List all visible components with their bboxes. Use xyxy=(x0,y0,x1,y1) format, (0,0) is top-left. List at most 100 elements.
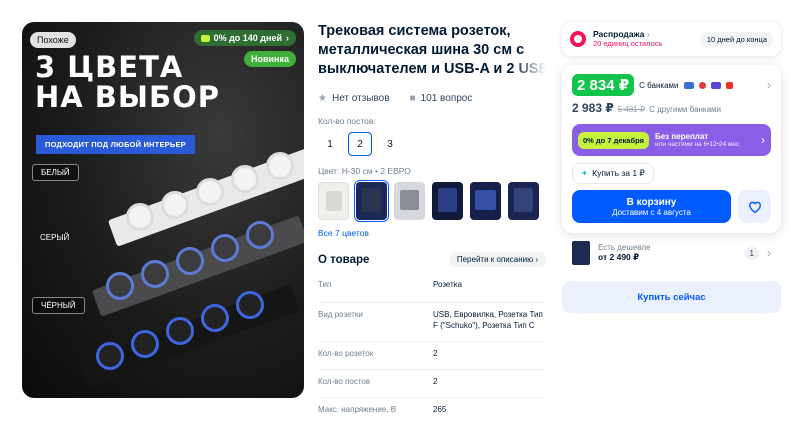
credit-text: 0% до 140 дней xyxy=(213,33,282,43)
color-thumb[interactable] xyxy=(318,182,349,220)
spec-key: Кол-во постов xyxy=(318,377,371,386)
socket xyxy=(231,165,259,193)
similar-button[interactable]: Похоже xyxy=(30,32,76,48)
color-thumbnails xyxy=(318,180,546,222)
product-title: Трековая система розеток, металлическая … xyxy=(318,22,546,79)
chevron-right-icon: › xyxy=(286,33,289,43)
spec-row: Макс. напряжение, В 265 xyxy=(318,397,546,421)
sale-icon xyxy=(570,31,586,47)
buy-now-button[interactable]: Купить сейчас xyxy=(562,281,781,313)
card-icon xyxy=(200,34,210,42)
favorite-button[interactable] xyxy=(738,190,771,223)
color-label-white: БЕЛЫЙ xyxy=(32,164,79,181)
hero-subtitle: ПОДХОДИТ ПОД ЛЮБОЙ ИНТЕРЬЕР xyxy=(36,135,195,154)
installment-badge: 0% до 7 декабря xyxy=(578,131,649,149)
go-to-description-button[interactable]: Перейти к описанию › xyxy=(448,252,546,267)
socket xyxy=(246,221,274,249)
posts-selector: 1 2 3 xyxy=(318,132,546,156)
socket xyxy=(211,234,239,262)
spec-row: Кол-во постов 2 xyxy=(318,369,546,393)
color-label: Цвет: Н-30 см • 2 ЕВРО xyxy=(318,166,411,176)
hero-title: 3 ЦВЕТА НА ВЫБОР xyxy=(35,52,235,112)
hero-title-line: 3 ЦВЕТА xyxy=(35,50,184,84)
chevron-right-icon: › xyxy=(761,133,765,147)
heart-icon xyxy=(748,201,761,213)
sale-banner[interactable]: Распродажа › 20 единиц осталось 10 дней … xyxy=(562,22,781,56)
spec-value: 2 xyxy=(433,377,438,386)
cheaper-count: 1 xyxy=(744,246,759,260)
cheaper-offer[interactable]: Есть дешевле от 2 490 ₽ 1 › xyxy=(562,241,781,265)
spec-value: 2 xyxy=(433,349,438,358)
installment-banner[interactable]: 0% до 7 декабря Без переплат или частями… xyxy=(572,124,771,156)
sale-days-left: 10 дней до конца xyxy=(700,31,773,47)
about-title: О товаре xyxy=(318,253,370,266)
cheaper-offer-image xyxy=(572,241,590,265)
product-title-line: выключателем и USB-A и 2 USB-C xyxy=(318,61,546,77)
spec-key: Кол-во розеток xyxy=(318,349,374,358)
reviews-link[interactable]: Нет отзывов xyxy=(332,93,390,104)
product-image[interactable]: Похоже 0% до 140 дней › Новинка 3 ЦВЕТА … xyxy=(22,22,304,398)
price-card: 2 834 ₽ С банками › 2 983 ₽ 5 481 ₽ С др… xyxy=(562,65,781,233)
questions-link[interactable]: 101 вопрос xyxy=(421,93,473,104)
color-label-black: ЧЁРНЫЙ xyxy=(32,297,85,314)
spec-row: Вид розетки USB, Евровилка, Розетка Тип … xyxy=(318,302,546,337)
add-to-cart-button[interactable]: В корзину Доставим с 4 августа xyxy=(572,190,731,223)
posts-option-selected[interactable]: 2 xyxy=(348,132,372,156)
spec-key: Тип xyxy=(318,280,332,289)
bank-icon xyxy=(683,81,694,89)
socket xyxy=(176,247,204,275)
socket xyxy=(236,291,264,319)
cheaper-label: Есть дешевле xyxy=(598,243,651,252)
color-thumb-selected[interactable] xyxy=(354,180,389,222)
cart-row: В корзину Доставим с 4 августа xyxy=(572,190,771,223)
old-price: 5 481 ₽ xyxy=(617,105,646,114)
bank-price-row[interactable]: 2 834 ₽ С банками › xyxy=(572,74,771,96)
sale-text: Распродажа › 20 единиц осталось xyxy=(593,29,662,49)
spec-table: Тип Розетка Вид розетки USB, Евровилка, … xyxy=(318,273,546,421)
spec-value: 265 xyxy=(433,405,447,414)
cheaper-offer-text: Есть дешевле от 2 490 ₽ xyxy=(598,243,650,263)
rating-row: ★ Нет отзывов ■ 101 вопрос xyxy=(318,93,546,104)
product-title-line: металлическая шина 30 см с xyxy=(318,42,525,58)
posts-label: Кол-во постов: xyxy=(318,116,376,126)
socket xyxy=(161,191,189,219)
bank-price: 2 834 ₽ xyxy=(572,74,635,96)
spec-value: Розетка xyxy=(433,280,462,289)
socket xyxy=(201,304,229,332)
star-icon: ★ xyxy=(318,93,327,104)
spec-row: Тип Розетка xyxy=(318,273,546,296)
socket xyxy=(126,203,154,231)
bank-icon xyxy=(698,81,706,89)
all-colors-link[interactable]: Все 7 цветов xyxy=(318,228,546,238)
socket xyxy=(106,272,134,300)
spec-key: Вид розетки xyxy=(318,310,363,319)
other-price-label: С другими банками xyxy=(649,105,722,114)
other-price: 2 983 ₽ xyxy=(572,101,614,115)
chat-icon: ■ xyxy=(409,93,416,104)
color-thumb[interactable] xyxy=(508,182,539,220)
sparkle-icon: ✦ xyxy=(581,168,589,178)
color-thumb[interactable] xyxy=(470,182,501,220)
hero-title-line: НА ВЫБОР xyxy=(35,80,220,114)
new-badge: Новинка xyxy=(243,51,296,67)
buy-for-1-label: Купить за 1 ₽ xyxy=(592,168,645,178)
product-info: Трековая система розеток, металлическая … xyxy=(318,22,546,421)
sale-remaining: 20 единиц осталось xyxy=(593,39,663,48)
credit-badge[interactable]: 0% до 140 дней › xyxy=(193,30,296,46)
product-title-line: Трековая система розеток, xyxy=(318,23,511,39)
socket xyxy=(141,260,169,288)
socket xyxy=(166,317,194,345)
buy-box: Распродажа › 20 единиц осталось 10 дней … xyxy=(562,22,781,313)
color-thumb[interactable] xyxy=(394,182,425,220)
buy-for-1-button[interactable]: ✦ Купить за 1 ₽ xyxy=(572,163,654,184)
chevron-right-icon: › xyxy=(646,29,650,39)
color-thumb[interactable] xyxy=(432,182,463,220)
other-price-row: 2 983 ₽ 5 481 ₽ С другими банками xyxy=(572,101,771,115)
socket xyxy=(96,342,124,370)
bank-icon xyxy=(725,81,733,89)
color-label-grey: СЕРЫЙ xyxy=(40,233,70,242)
socket xyxy=(266,152,294,180)
posts-option[interactable]: 1 xyxy=(318,132,342,156)
posts-option[interactable]: 3 xyxy=(378,132,402,156)
add-to-cart-label: В корзину xyxy=(626,196,677,208)
